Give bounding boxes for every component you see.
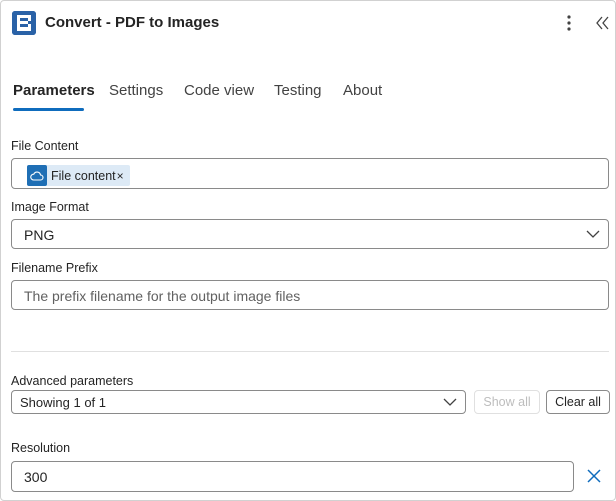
tab-bar: Parameters Settings Code view Testing Ab… [1,79,615,113]
filename-prefix-placeholder: The prefix filename for the output image… [24,288,301,304]
image-format-dropdown[interactable]: PNG [11,219,609,249]
tab-parameters[interactable]: Parameters [13,82,95,99]
image-format-label: Image Format [11,200,89,214]
token-remove-button[interactable]: × [117,169,130,183]
app-logo-icon [12,11,36,35]
filename-prefix-input[interactable]: The prefix filename for the output image… [11,280,609,310]
page-title: Convert - PDF to Images [45,14,220,31]
show-all-button[interactable]: Show all [474,390,540,414]
advanced-parameters-label: Advanced parameters [11,374,134,388]
advanced-parameters-value: Showing 1 of 1 [20,395,107,410]
section-divider [11,351,609,352]
remove-parameter-close-icon[interactable] [585,467,603,485]
clear-all-button[interactable]: Clear all [546,390,610,414]
resolution-value: 300 [24,469,48,485]
resolution-input[interactable]: 300 [11,461,574,492]
advanced-parameters-dropdown[interactable]: Showing 1 of 1 [11,390,466,414]
chevron-down-icon [585,226,601,242]
tab-code-view[interactable]: Code view [184,82,254,99]
image-format-value: PNG [24,227,55,243]
more-vertical-icon[interactable] [559,13,579,33]
file-content-label: File Content [11,139,79,153]
panel: Convert - PDF to Images Parameters Setti… [0,0,616,501]
double-chevron-left-icon[interactable] [593,13,613,33]
chevron-down-icon [442,394,458,410]
resolution-label: Resolution [11,441,71,455]
panel-header: Convert - PDF to Images [1,1,615,45]
file-content-field[interactable]: File content × [11,158,609,189]
token-label: File content [51,168,116,183]
tab-about[interactable]: About [343,82,382,99]
cloud-icon [27,165,47,186]
file-content-token[interactable]: File content × [27,165,130,186]
active-tab-indicator [13,108,84,111]
tab-settings[interactable]: Settings [109,82,163,99]
tab-testing[interactable]: Testing [274,82,322,99]
filename-prefix-label: Filename Prefix [11,261,98,275]
